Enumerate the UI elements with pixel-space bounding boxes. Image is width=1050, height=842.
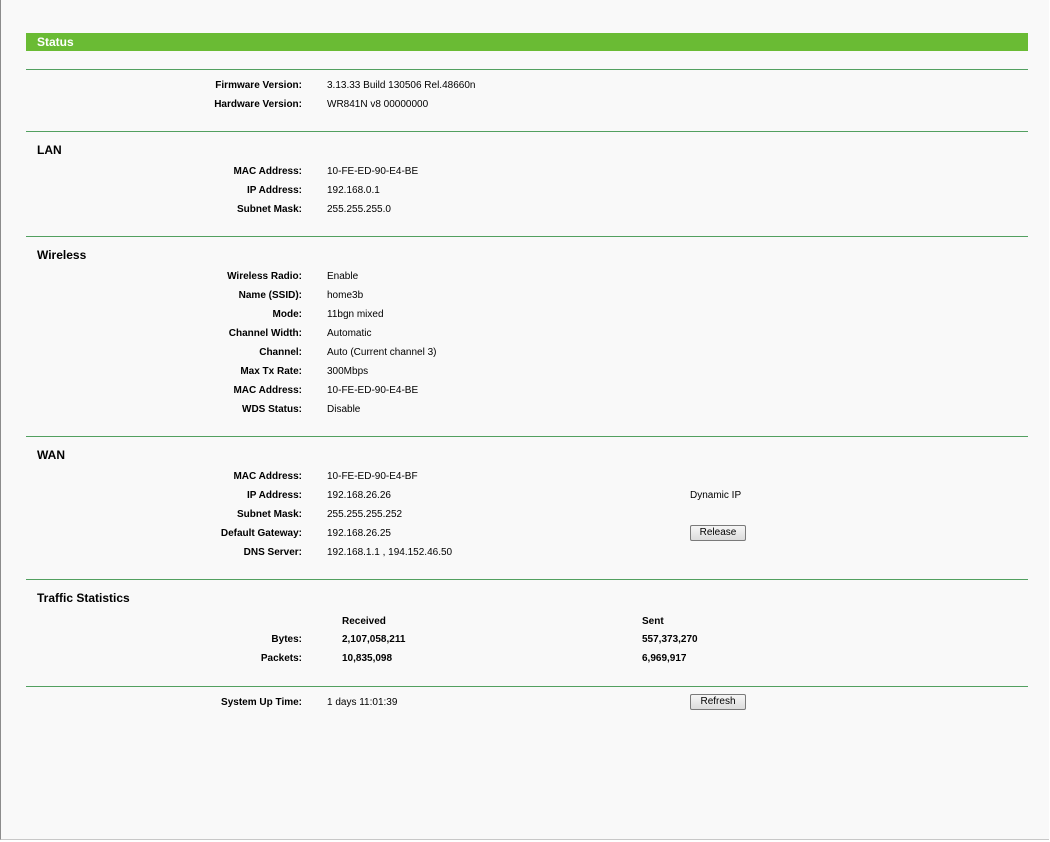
traffic-bytes-label: Bytes: [271,634,302,645]
wan-gateway-value: 192.168.26.25 [327,528,391,539]
wireless-ssid-label: Name (SSID): [238,290,302,301]
refresh-button[interactable]: Refresh [690,694,746,710]
traffic-packets-received: 10,835,098 [342,653,393,664]
wan-ip-value: 192.168.26.26 [327,490,391,501]
wireless-channel-value: Auto (Current channel 3) [327,347,437,358]
wan-mask-label: Subnet Mask: [236,509,302,520]
release-button[interactable]: Release [690,525,746,541]
wireless-channel-width-value: Automatic [327,328,372,339]
traffic-bytes-received: 2,107,058,211 [342,634,406,645]
page-header: Status [26,33,1028,51]
lan-ip-value: 192.168.0.1 [327,185,380,196]
wan-ip-label: IP Address: [246,490,302,501]
uptime-label: System Up Time: [221,697,302,708]
wan-dns-label: DNS Server: [243,547,302,558]
wireless-wds-label: WDS Status: [242,404,302,415]
traffic-sent-header: Sent [642,616,664,627]
lan-mac-label: MAC Address: [233,166,302,177]
wan-dns-value: 192.168.1.1 , 194.152.46.50 [327,547,453,558]
wireless-radio-value: Enable [327,271,359,282]
traffic-received-header: Received [342,616,386,627]
status-page: Status Firmware Version: 3.13.33 Build 1… [0,0,1049,840]
lan-ip-label: IP Address: [246,185,302,196]
wan-mask-value: 255.255.255.252 [327,509,403,520]
wireless-section-title: Wireless [37,248,87,262]
wireless-max-tx-rate-label: Max Tx Rate: [240,366,302,377]
wan-connection-type: Dynamic IP [690,490,742,501]
firmware-version-label: Firmware Version: [215,80,302,91]
uptime-value: 1 days 11:01:39 [327,697,398,708]
section-divider [26,131,1028,132]
traffic-packets-sent: 6,969,917 [642,653,687,664]
lan-mask-label: Subnet Mask: [236,204,302,215]
section-divider [26,236,1028,237]
wireless-radio-label: Wireless Radio: [227,271,302,282]
section-divider [26,579,1028,580]
wan-section-title: WAN [37,448,65,462]
page-title: Status [37,35,74,49]
wireless-mode-label: Mode: [272,309,302,320]
hardware-version-value: WR841N v8 00000000 [327,99,429,110]
hardware-version-label: Hardware Version: [214,99,302,110]
wireless-mode-value: 11bgn mixed [327,309,384,320]
wireless-wds-value: Disable [327,404,361,415]
lan-mac-value: 10-FE-ED-90-E4-BE [327,166,419,177]
wireless-ssid-value: home3b [327,290,364,301]
traffic-packets-label: Packets: [260,653,302,664]
firmware-version-value: 3.13.33 Build 130506 Rel.48660n [327,80,476,91]
lan-section-title: LAN [37,143,62,157]
traffic-bytes-sent: 557,373,270 [642,634,698,645]
wan-gateway-label: Default Gateway: [220,528,302,539]
section-divider [26,69,1028,70]
section-divider [26,436,1028,437]
traffic-section-title: Traffic Statistics [37,591,130,605]
wan-mac-value: 10-FE-ED-90-E4-BF [327,471,418,482]
wan-mac-label: MAC Address: [233,471,302,482]
wireless-mac-value: 10-FE-ED-90-E4-BE [327,385,419,396]
wireless-channel-width-label: Channel Width: [228,328,302,339]
wireless-mac-label: MAC Address: [233,385,302,396]
lan-mask-value: 255.255.255.0 [327,204,391,215]
wireless-max-tx-rate-value: 300Mbps [327,366,369,377]
wireless-channel-label: Channel: [259,347,302,358]
section-divider [26,686,1028,687]
